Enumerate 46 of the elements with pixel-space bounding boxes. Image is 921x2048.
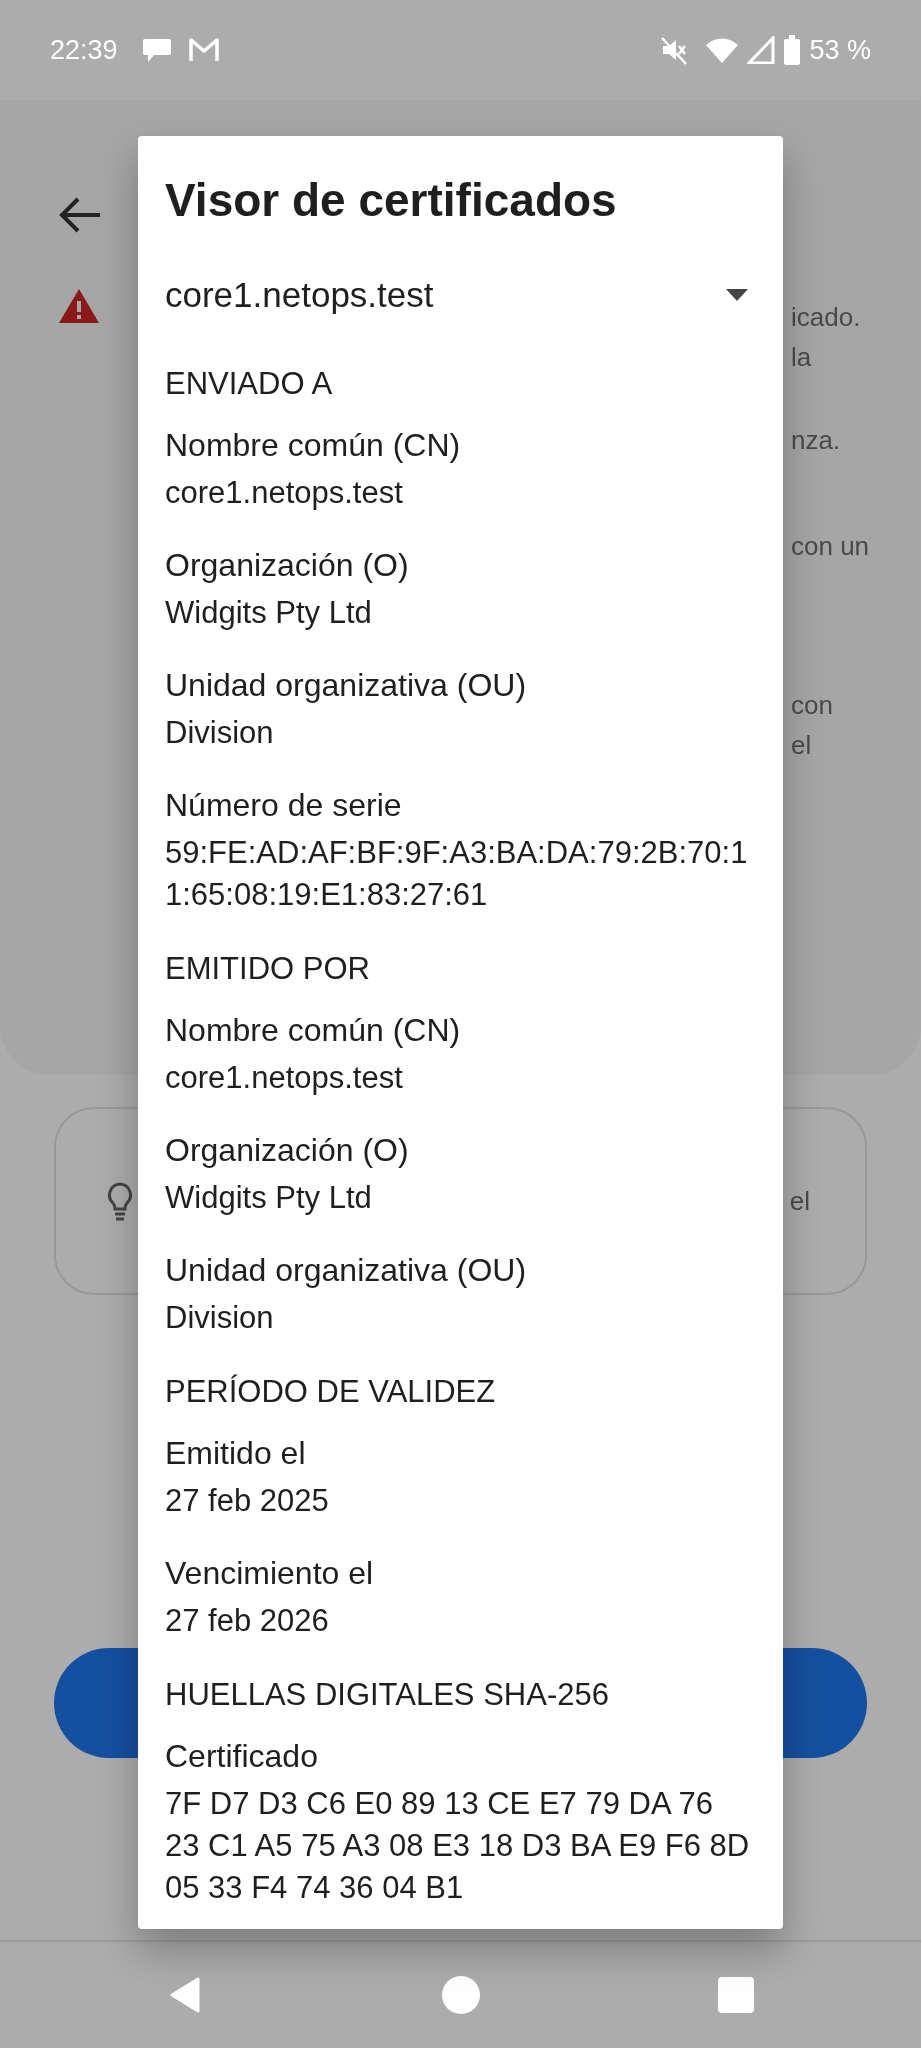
field-label: Organización (O) (165, 1131, 410, 1170)
section-heading: ENVIADO A (165, 365, 334, 403)
section-heading: PERÍODO DE VALIDEZ (165, 1373, 497, 1411)
field-label: Emitido el (165, 1434, 307, 1473)
dialog-title: Visor de certificados (165, 174, 618, 226)
lightbulb-icon (106, 1181, 134, 1221)
field-value: core1.netops.test (165, 1059, 404, 1097)
mail-icon (187, 36, 220, 64)
field-label: Unidad organizativa (OU) (165, 1251, 528, 1290)
back-arrow-icon[interactable] (58, 195, 102, 235)
clock-text: 22:39 (50, 33, 118, 67)
field-value: Division (165, 714, 275, 752)
field-value: 27 feb 2025 (165, 1482, 330, 1520)
section-heading: EMITIDO POR (165, 950, 371, 988)
field-label: Número de serie (165, 786, 403, 825)
field-label: Unidad organizativa (OU) (165, 666, 528, 705)
field-value: 59:FE:AD:AF:BF:9F:A3:BA:DA:79:2B:70:11:65:08:19:E1:83:27:61 (165, 834, 749, 914)
text-fragment: la (791, 341, 813, 374)
section-heading: HUELLAS DIGITALES SHA-256 (165, 1676, 610, 1714)
field-label: Certificado (165, 1737, 319, 1776)
battery-text: 53 % (809, 33, 871, 67)
text-fragment: con un (791, 530, 871, 563)
signal-icon (747, 36, 776, 64)
certificate-dropdown[interactable]: core1.netops.test (165, 273, 756, 317)
field-value: 27 feb 2026 (165, 1602, 330, 1640)
recents-icon[interactable] (715, 1975, 756, 2015)
field-value: Widgits Pty Ltd (165, 1179, 373, 1217)
text-fragment: icado. (791, 301, 862, 334)
field-value: 7F D7 D3 C6 E0 89 13 CE E7 79 DA 76 23 C1 A5 75 A3 08 E3 18 D3 BA E9 F6 8D 05 33 F4 74 36 04 B1 (165, 1785, 751, 1907)
home-icon[interactable] (440, 1975, 481, 2015)
battery-icon (783, 35, 802, 65)
field-label: Nombre común (CN) (165, 426, 462, 465)
caret-icon (726, 289, 748, 301)
field-value: Division (165, 1299, 275, 1337)
mute-icon (659, 35, 690, 65)
wifi-icon (705, 36, 740, 64)
field-value: Widgits Pty Ltd (165, 594, 373, 632)
field-label: Nombre común (CN) (165, 1011, 462, 1050)
field-value: core1.netops.test (165, 474, 404, 512)
field-label: Vencimiento el (165, 1554, 375, 1593)
warning-icon (58, 287, 100, 325)
text-fragment: el (789, 1184, 810, 1218)
text-fragment: con (791, 689, 834, 722)
field-label: Organización (O) (165, 546, 410, 585)
text-fragment: nza. (791, 424, 842, 457)
text-fragment: el (791, 729, 813, 762)
